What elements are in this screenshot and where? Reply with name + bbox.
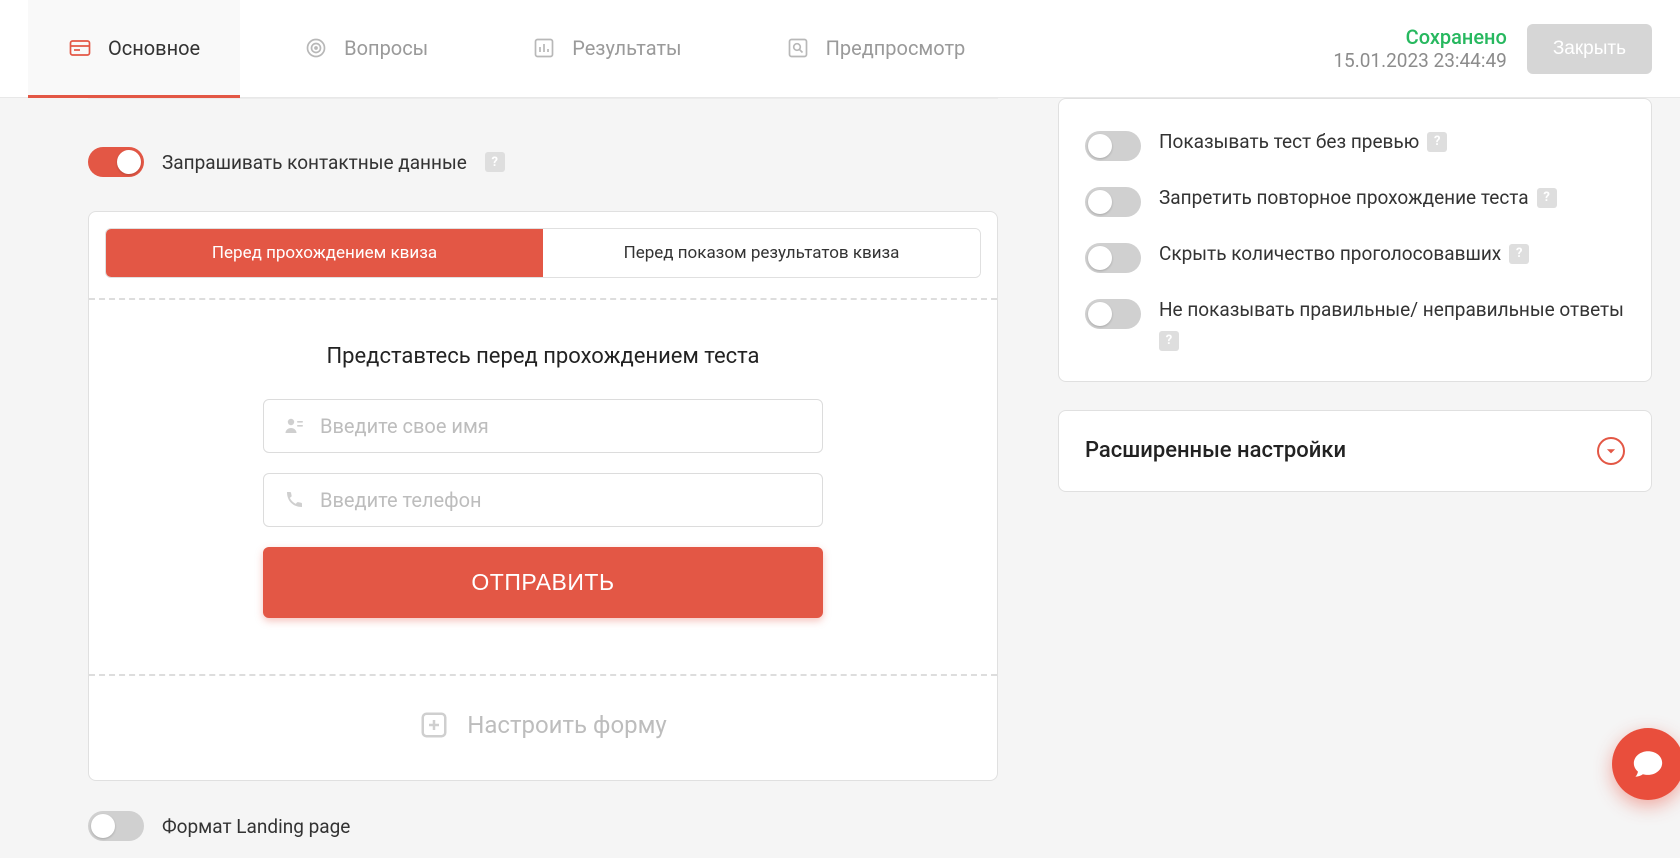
- help-icon[interactable]: ?: [1509, 244, 1529, 264]
- toggle-hide-correctness[interactable]: [1085, 299, 1141, 329]
- form-preview: Представтесь перед прохождением теста Вв…: [89, 300, 997, 654]
- configure-form-label: Настроить форму: [467, 711, 667, 739]
- chat-fab[interactable]: [1612, 728, 1680, 800]
- help-icon[interactable]: ?: [1537, 188, 1557, 208]
- opt-hide-vote-count-label: Скрыть количество проголосовавших: [1159, 241, 1501, 267]
- save-label: Сохранено: [1333, 25, 1506, 49]
- tab-main-label: Основное: [108, 36, 200, 60]
- target-icon: [304, 36, 328, 60]
- tab-results-label: Результаты: [572, 36, 681, 60]
- toggle-hide-vote-count[interactable]: [1085, 243, 1141, 273]
- chevron-down-icon: [1597, 437, 1625, 465]
- magnify-icon: [786, 36, 810, 60]
- advanced-settings-toggle[interactable]: Расширенные настройки: [1058, 410, 1652, 492]
- phone-field[interactable]: Введите телефон: [263, 473, 823, 527]
- toggle-request-contact[interactable]: [88, 147, 144, 177]
- phone-icon: [282, 488, 306, 512]
- help-icon[interactable]: ?: [1427, 132, 1447, 152]
- tab-questions[interactable]: Вопросы: [264, 0, 468, 98]
- save-status: Сохранено 15.01.2023 23:44:49: [1333, 25, 1506, 72]
- divider: [88, 98, 998, 99]
- toggle-disallow-retake[interactable]: [1085, 187, 1141, 217]
- user-icon: [282, 414, 306, 438]
- toggle-no-preview[interactable]: [1085, 131, 1141, 161]
- topbar-right: Сохранено 15.01.2023 23:44:49 Закрыть: [1333, 0, 1652, 97]
- chart-icon: [532, 36, 556, 60]
- landing-format-label: Формат Landing page: [162, 815, 350, 838]
- submit-button[interactable]: ОТПРАВИТЬ: [263, 547, 823, 618]
- options-panel: Показывать тест без превью ? Запретить п…: [1058, 98, 1652, 382]
- tab-preview[interactable]: Предпросмотр: [746, 0, 1006, 98]
- phone-placeholder: Введите телефон: [320, 488, 482, 512]
- tab-questions-label: Вопросы: [344, 36, 428, 60]
- top-tabs: Основное Вопросы Результаты Предпросмотр…: [0, 0, 1680, 98]
- plus-square-icon: [419, 710, 449, 740]
- segmented-control: Перед прохождением квиза Перед показом р…: [105, 228, 981, 278]
- toggle-landing-format[interactable]: [88, 811, 144, 841]
- save-time: 15.01.2023 23:44:49: [1333, 49, 1506, 72]
- configure-form-button[interactable]: Настроить форму: [89, 676, 997, 780]
- close-button[interactable]: Закрыть: [1527, 24, 1652, 74]
- name-field[interactable]: Введите свое имя: [263, 399, 823, 453]
- opt-disallow-retake-label: Запретить повторное прохождение теста: [1159, 185, 1529, 211]
- segment-before-results[interactable]: Перед показом результатов квиза: [543, 229, 980, 277]
- tab-preview-label: Предпросмотр: [826, 36, 966, 60]
- tab-main[interactable]: Основное: [28, 0, 240, 98]
- form-title: Представтесь перед прохождением теста: [129, 344, 957, 369]
- help-icon[interactable]: ?: [1159, 331, 1179, 351]
- advanced-settings-label: Расширенные настройки: [1085, 438, 1346, 463]
- help-icon[interactable]: ?: [485, 152, 505, 172]
- opt-hide-correctness-label: Не показывать правильные/ неправильные о…: [1159, 297, 1624, 323]
- request-contact-label: Запрашивать контактные данные: [162, 151, 467, 174]
- segment-before-quiz[interactable]: Перед прохождением квиза: [106, 229, 543, 277]
- tab-results[interactable]: Результаты: [492, 0, 721, 98]
- name-placeholder: Введите свое имя: [320, 414, 489, 438]
- contact-form-card: Перед прохождением квиза Перед показом р…: [88, 211, 998, 781]
- card-icon: [68, 36, 92, 60]
- opt-no-preview-label: Показывать тест без превью: [1159, 129, 1419, 155]
